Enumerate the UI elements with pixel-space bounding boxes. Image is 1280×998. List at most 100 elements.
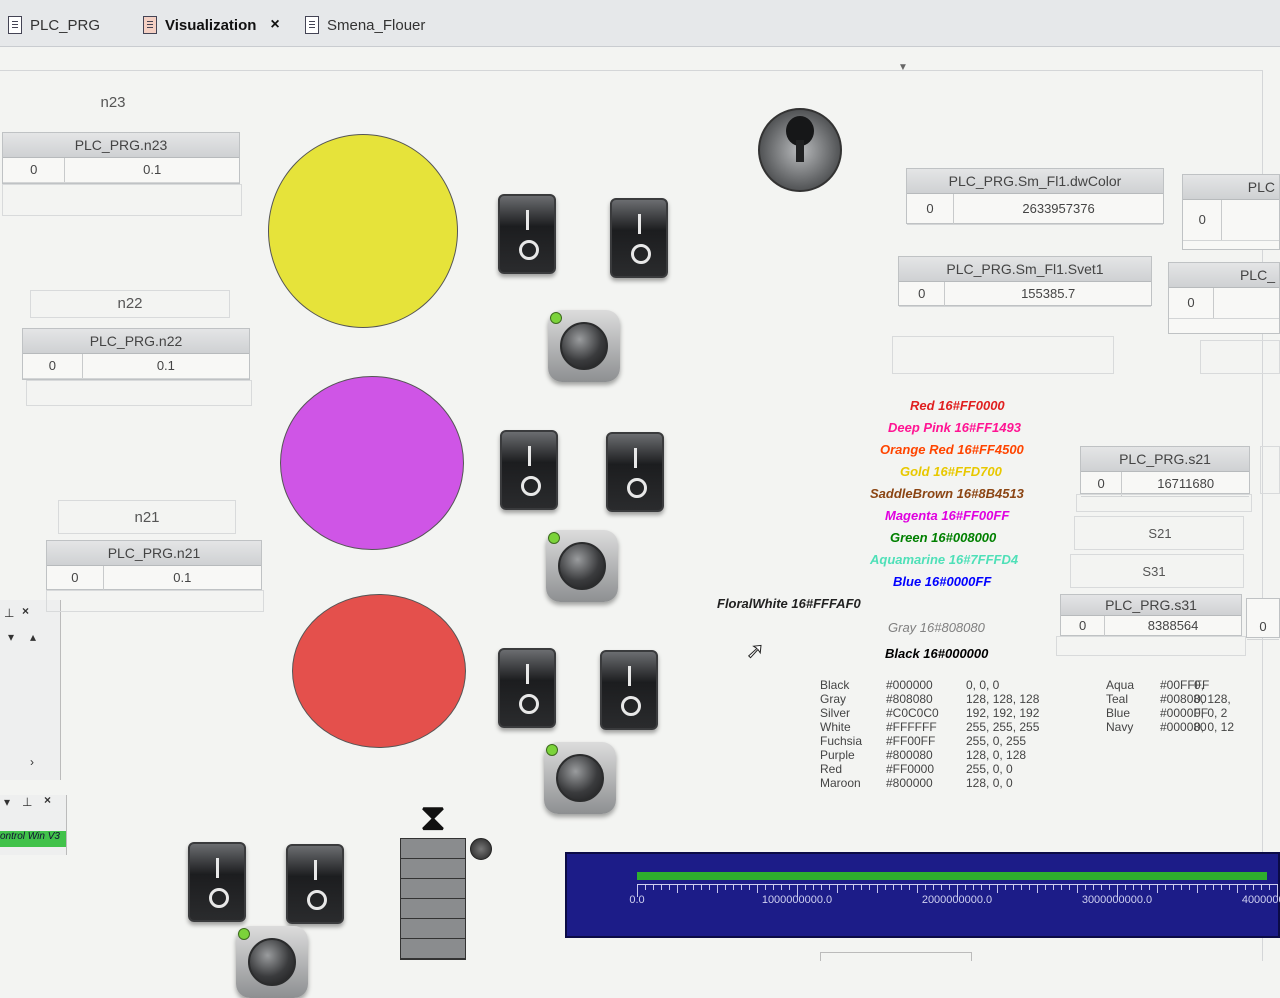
- tab-smena-flouer[interactable]: Smena_Flouer: [305, 8, 425, 42]
- table-plc-right-top: PLC 0: [1182, 174, 1280, 250]
- table-row: 0 8388564: [1061, 616, 1241, 637]
- toggle-switch[interactable]: [498, 648, 556, 728]
- led-icon: [548, 532, 560, 544]
- row-value[interactable]: 155385.7: [945, 282, 1151, 306]
- chevron-down-icon[interactable]: ▾: [4, 795, 10, 809]
- table-header: PLC_PRG.Sm_Fl1.Svet1: [899, 257, 1151, 282]
- color-rgb: 255, 0, 255: [966, 734, 1027, 748]
- row-value[interactable]: 0.1: [65, 158, 239, 182]
- push-button[interactable]: [546, 530, 618, 602]
- push-button[interactable]: [544, 742, 616, 814]
- led-icon: [546, 744, 558, 756]
- color-rgb: 128, 0, 0: [966, 776, 1013, 790]
- bar-graph-tick: [1125, 885, 1126, 890]
- frame: [1260, 446, 1280, 494]
- color-reference-table-2: Aqua #00FFFF 0, Teal #008080 0, 128, Blue #0000…: [1100, 678, 1280, 738]
- bar-graph-tick: [997, 885, 998, 893]
- bar-graph-tick: [765, 885, 766, 890]
- bar-graph-tick: [669, 885, 670, 890]
- label-s31: S31: [1142, 564, 1166, 579]
- label-n22: n22: [117, 295, 143, 312]
- toggle-switch[interactable]: [500, 430, 558, 510]
- pin-icon[interactable]: ⊥: [4, 606, 14, 620]
- bar-graph-tick: [749, 885, 750, 890]
- document-icon: [8, 16, 22, 34]
- table-plc-prg-s31: PLC_PRG.s31 0 8388564: [1060, 594, 1242, 637]
- bar-graph-tick: [989, 885, 990, 890]
- toggle-switch[interactable]: [188, 842, 246, 922]
- bar-graph-tick: [693, 885, 694, 890]
- close-icon[interactable]: ×: [22, 604, 29, 618]
- bar-graph-tick-label: 2000000000.0: [921, 894, 993, 906]
- table-header: PLC_PRG.s21: [1081, 447, 1249, 472]
- table-plc-prg-n23: PLC_PRG.n23 0 0.1: [2, 132, 240, 184]
- scroll-up-icon[interactable]: ▴: [30, 630, 36, 644]
- bar-graph-tick: [949, 885, 950, 890]
- row-value[interactable]: 0.1: [104, 566, 261, 590]
- bar-graph-tick: [877, 885, 878, 893]
- color-legend-item: Gold 16#FFD700: [900, 464, 1002, 479]
- close-tab-icon[interactable]: ×: [270, 16, 279, 34]
- color-legend-item: Orange Red 16#FF4500: [880, 442, 1024, 457]
- tab-visualization[interactable]: Visualization ×: [143, 8, 280, 42]
- color-hex: #FF0000: [886, 762, 935, 776]
- bar-graph-tick: [901, 885, 902, 890]
- frame: [1076, 494, 1252, 512]
- color-reference-table: Black #000000 0, 0, 0 Gray #808080 128, 128, …: [790, 678, 1090, 790]
- bar-graph-tick: [933, 885, 934, 890]
- color-name: Maroon: [820, 776, 861, 790]
- toggle-switch[interactable]: [498, 194, 556, 274]
- tab-label: Smena_Flouer: [327, 16, 426, 34]
- toggle-switch[interactable]: [286, 844, 344, 924]
- color-legend-item: Green 16#008000: [890, 530, 997, 545]
- bar-graph-tick: [1261, 885, 1262, 890]
- color-legend-item: Deep Pink 16#FF1493: [888, 420, 1021, 435]
- row-value[interactable]: [1214, 288, 1279, 318]
- pin-icon[interactable]: ⊥: [22, 795, 32, 809]
- table-header: PLC: [1183, 175, 1279, 200]
- bar-graph-tick: [685, 885, 686, 890]
- table-row: 0: [1247, 599, 1279, 640]
- bar-graph-tick: [733, 885, 734, 890]
- row-index: 0: [23, 354, 83, 378]
- bar-graph-tick-label: 0.0: [629, 894, 645, 906]
- joystick[interactable]: [758, 108, 842, 192]
- push-button[interactable]: [548, 310, 620, 382]
- bar-graph-tick: [973, 885, 974, 890]
- bar-graph-tick: [717, 885, 718, 893]
- bar-graph-tick: [725, 885, 726, 890]
- color-name: Red: [820, 762, 843, 776]
- chevron-down-icon[interactable]: ▾: [8, 630, 14, 644]
- bar-graph-tick: [1245, 885, 1246, 890]
- bar-graph-tick: [829, 885, 830, 890]
- color-name: Black: [820, 678, 850, 692]
- color-rgb: 0,: [1194, 678, 1205, 692]
- toggle-switch[interactable]: [600, 650, 658, 730]
- toggle-switch[interactable]: [610, 198, 668, 278]
- color-name: Gray: [820, 692, 847, 706]
- color-legend-item: Magenta 16#FF00FF: [885, 508, 1010, 523]
- table-plc-prg-n21: PLC_PRG.n21 0 0.1: [46, 540, 262, 591]
- row-value[interactable]: 8388564: [1105, 616, 1241, 636]
- row-value[interactable]: 0.1: [83, 354, 249, 378]
- row-value[interactable]: 2633957376: [954, 194, 1163, 224]
- close-icon[interactable]: ×: [44, 793, 51, 807]
- label-s21: S21: [1148, 526, 1172, 541]
- push-button[interactable]: [236, 926, 308, 998]
- color-hex: #000000: [886, 678, 933, 692]
- tab-plc-prg[interactable]: PLC_PRG: [8, 8, 100, 42]
- row-index: 0: [1259, 619, 1267, 634]
- row-value[interactable]: [1222, 200, 1279, 240]
- bar-graph-tick: [821, 885, 822, 890]
- label-n23: n23: [100, 94, 126, 111]
- table-row: 0 2633957376: [907, 194, 1163, 225]
- toggle-switch[interactable]: [606, 432, 664, 512]
- bar-graph-tick: [1029, 885, 1030, 890]
- frame: [1200, 340, 1280, 374]
- bar-graph-tick: [1253, 885, 1254, 890]
- color-legend-item: Aquamarine 16#7FFFD4: [870, 552, 1019, 567]
- color-name: Silver: [820, 706, 851, 720]
- row-value[interactable]: 16711680: [1122, 472, 1249, 496]
- scroll-right-icon[interactable]: ›: [30, 755, 34, 769]
- bar-graph-tick: [661, 885, 662, 890]
